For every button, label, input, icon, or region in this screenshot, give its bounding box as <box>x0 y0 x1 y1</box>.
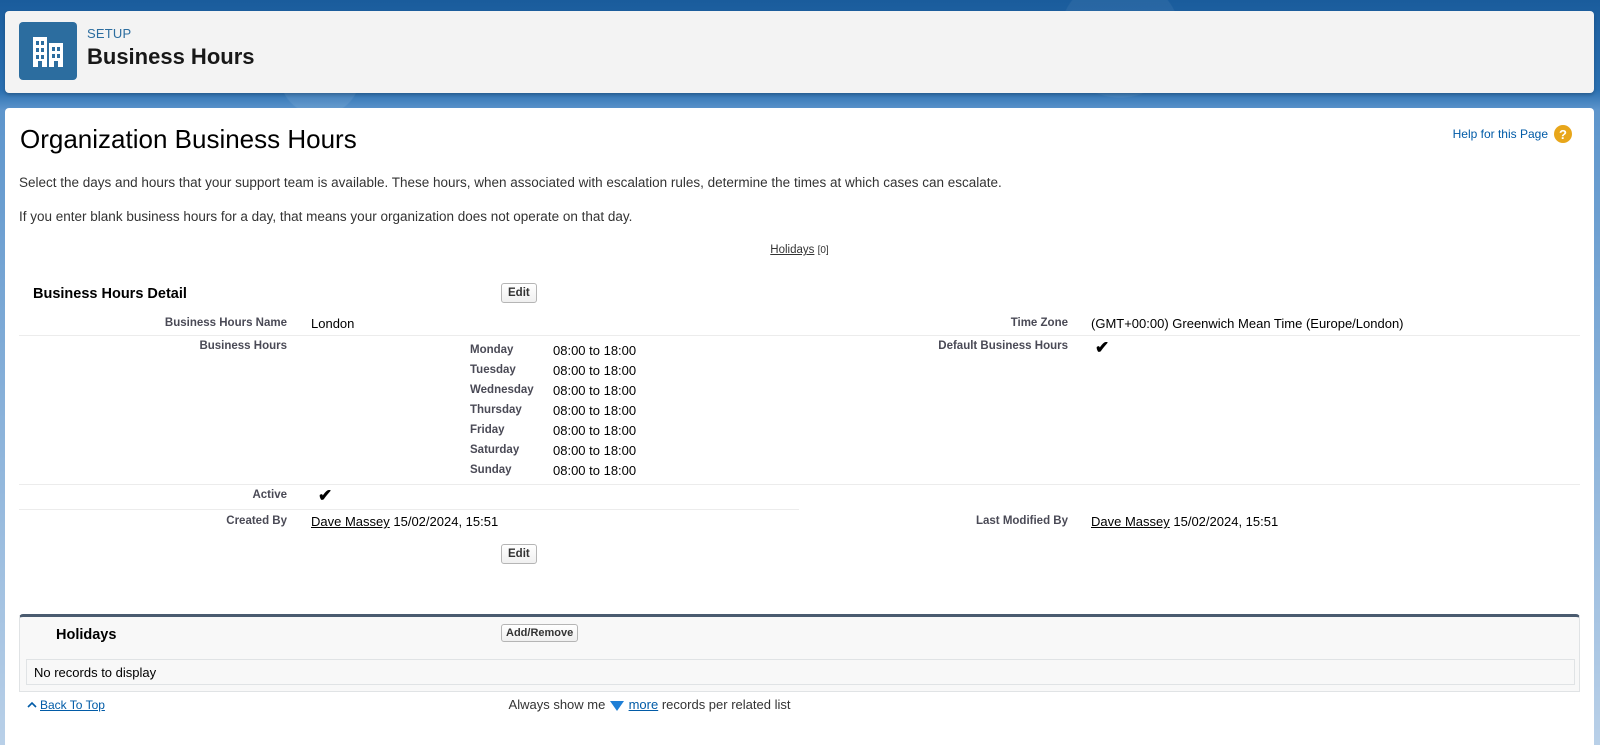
page-header: SETUP Business Hours <box>5 11 1594 93</box>
day-hours: 08:00 to 18:00 <box>553 463 637 478</box>
field-value-timezone: (GMT+00:00) Greenwich Mean Time (Europe/… <box>1091 316 1404 331</box>
default-check-icon: ✔ <box>1095 338 1110 357</box>
day-label: Saturday <box>470 444 520 456</box>
header-setup-label: SETUP <box>87 26 132 41</box>
always-show-more: Always show me more records per related … <box>5 697 1294 712</box>
active-check-icon: ✔ <box>318 486 333 505</box>
no-records-message: No records to display <box>26 659 1575 685</box>
created-date: 15/02/2024, 15:51 <box>393 514 499 529</box>
day-label: Thursday <box>470 404 522 416</box>
field-value-created: Dave Massey 15/02/2024, 15:51 <box>311 514 498 529</box>
field-label-default: Default Business Hours <box>938 340 1068 352</box>
description-text: Select the days and hours that your supp… <box>19 175 1002 190</box>
day-label: Monday <box>470 344 514 356</box>
field-label-name: Business Hours Name <box>164 317 287 329</box>
holidays-related-link: Holidays [0] <box>5 244 1594 256</box>
row-separator <box>19 484 1580 485</box>
holidays-link[interactable]: Holidays <box>770 244 814 256</box>
day-label: Sunday <box>470 464 512 476</box>
section-title-detail: Business Hours Detail <box>33 286 187 302</box>
field-label-business-hours: Business Hours <box>199 340 287 352</box>
page-title: Organization Business Hours <box>20 124 357 154</box>
row-separator <box>19 509 799 510</box>
day-label: Friday <box>470 424 505 436</box>
field-label-modified: Last Modified By <box>975 515 1068 527</box>
more-link[interactable]: more <box>629 697 659 712</box>
edit-button-bottom[interactable]: Edit <box>501 544 537 564</box>
modified-by-user-link[interactable]: Dave Massey <box>1091 514 1170 529</box>
row-separator <box>19 335 1580 336</box>
day-hours: 08:00 to 18:00 <box>553 383 637 398</box>
modified-date: 15/02/2024, 15:51 <box>1173 514 1279 529</box>
help-link[interactable]: Help for this Page ? <box>1453 125 1572 143</box>
field-value-name: London <box>311 316 355 331</box>
day-hours: 08:00 to 18:00 <box>553 443 637 458</box>
created-by-user-link[interactable]: Dave Massey <box>311 514 390 529</box>
edit-button-top[interactable]: Edit <box>501 283 537 303</box>
holidays-related-list: Holidays Add/Remove No records to displa… <box>19 614 1580 692</box>
day-label: Wednesday <box>470 384 534 396</box>
field-label-timezone: Time Zone <box>1010 317 1068 329</box>
field-label-active: Active <box>252 489 287 501</box>
always-show-prefix: Always show me <box>508 697 606 712</box>
day-hours: 08:00 to 18:00 <box>553 403 637 418</box>
day-hours: 08:00 to 18:00 <box>553 363 637 378</box>
main-content: Organization Business Hours Help for thi… <box>5 108 1594 745</box>
header-title: Business Hours <box>87 44 255 69</box>
holidays-count: [0] <box>817 245 829 256</box>
day-label: Tuesday <box>470 364 516 376</box>
related-list-title: Holidays <box>56 627 117 643</box>
help-icon: ? <box>1554 125 1572 143</box>
help-link-label: Help for this Page <box>1452 127 1548 141</box>
field-label-created: Created By <box>226 515 287 527</box>
building-icon <box>19 22 77 80</box>
triangle-down-icon[interactable] <box>609 700 624 711</box>
add-remove-button[interactable]: Add/Remove <box>501 624 579 642</box>
description-text-2: If you enter blank business hours for a … <box>19 209 633 224</box>
field-value-modified: Dave Massey 15/02/2024, 15:51 <box>1091 514 1278 529</box>
day-hours: 08:00 to 18:00 <box>553 343 637 358</box>
always-show-suffix: records per related list <box>661 697 791 712</box>
day-hours: 08:00 to 18:00 <box>553 423 637 438</box>
